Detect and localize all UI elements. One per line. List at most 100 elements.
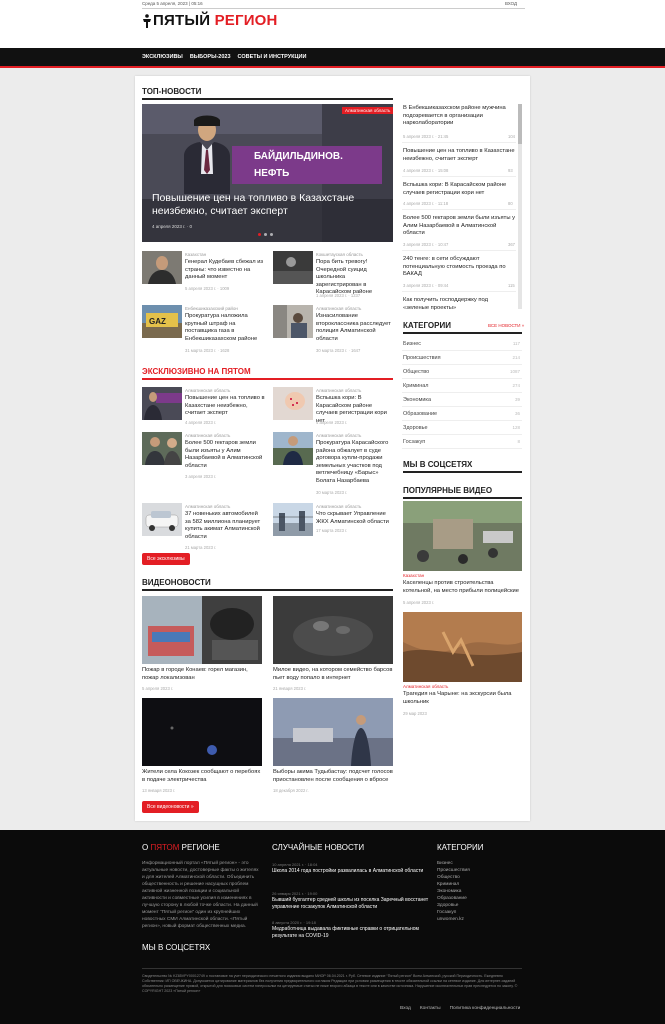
news-category[interactable]: Алматинская область — [316, 504, 361, 509]
exclusive-thumb[interactable] — [142, 432, 182, 465]
category-name[interactable]: Криминал — [403, 383, 429, 389]
random-news-title[interactable]: Медработница выдавала фиктивные справки … — [272, 926, 432, 940]
nav-item-exclusive[interactable]: ЭКСКЛЮЗИВЫ — [142, 54, 183, 60]
news-category[interactable]: Алматинская область — [185, 433, 230, 438]
footer-category-link[interactable]: Происшествия — [437, 868, 470, 873]
video-thumb[interactable] — [273, 596, 393, 664]
category-row[interactable]: Криминал 274 — [402, 379, 522, 393]
news-category[interactable]: Кокшетауская область — [316, 252, 363, 257]
footer-contacts-link[interactable]: Контакты — [420, 1006, 441, 1011]
login-link[interactable]: ВХОД — [505, 1, 517, 6]
footer-category-link[interactable]: unwomen.kz — [437, 917, 464, 922]
footer-category-link[interactable]: Экономика — [437, 889, 461, 894]
category-name[interactable]: Бизнес — [403, 341, 421, 347]
slider-dot[interactable] — [258, 233, 261, 236]
video-thumb[interactable] — [273, 698, 393, 766]
category-row[interactable]: Экономика 39 — [402, 393, 522, 407]
news-thumb[interactable] — [273, 251, 313, 284]
news-thumb[interactable] — [273, 305, 313, 338]
category-name[interactable]: Образование — [403, 411, 437, 417]
popular-video-heading: ПОПУЛЯРНЫЕ ВИДЕО — [403, 486, 493, 495]
hero-category-badge[interactable]: Алматинская область — [342, 107, 394, 114]
random-news-title[interactable]: Бывший бухгалтер средней школы из поселк… — [272, 897, 432, 911]
news-title[interactable]: Что скрывает Управление ЖКХ Алматинской … — [316, 511, 392, 526]
news-category[interactable]: Алматинская область — [316, 433, 361, 438]
news-title[interactable]: Повышение цен на топливо в Казахстане не… — [185, 395, 265, 418]
popular-video-category[interactable]: Казахстан — [403, 573, 424, 578]
category-row[interactable]: Образование 36 — [402, 407, 522, 421]
footer-category-link[interactable]: Общество — [437, 875, 460, 880]
slider-dot[interactable] — [264, 233, 267, 236]
exclusive-thumb[interactable] — [273, 503, 313, 536]
exclusive-thumb[interactable] — [142, 387, 182, 420]
all-news-link[interactable]: ВСЕ НОВОСТИ » — [488, 323, 524, 328]
all-exclusive-button[interactable]: Все эксклюзивы — [142, 553, 190, 565]
exclusive-thumb[interactable] — [273, 387, 313, 420]
footer-login-link[interactable]: Вход — [400, 1006, 411, 1011]
video-title[interactable]: Милое видео, на котором семейство барсов… — [273, 667, 395, 682]
footer-divider — [142, 968, 522, 969]
exclusive-thumb[interactable] — [273, 432, 313, 465]
popular-video-title[interactable]: Трагедия на Чарыне: на экскурсии была шк… — [403, 691, 521, 706]
random-news-title[interactable]: Школа 2014 года постройки развалилась в … — [272, 868, 432, 875]
video-title[interactable]: Жители села Кокозек сообщают о перебоях … — [142, 769, 264, 784]
news-title[interactable]: 37 новеньких автомобилей за 582 миллиона… — [185, 511, 265, 541]
news-title[interactable]: Пора бить тревогу! Очередной суицид школ… — [316, 259, 392, 297]
popular-video-category[interactable]: Алматинская область — [403, 684, 448, 689]
all-videos-button[interactable]: Все видеоновости » — [142, 801, 199, 813]
side-news-title[interactable]: Повышение цен на топливо в Казахстане не… — [403, 148, 515, 163]
footer-privacy-link[interactable]: Политика конфиденциальности — [450, 1006, 521, 1011]
news-category[interactable]: Казахстан — [185, 252, 206, 257]
exclusive-thumb[interactable] — [142, 503, 182, 536]
video-title[interactable]: Пожар в городе Конаев: горел магазин, по… — [142, 667, 264, 682]
side-news-title[interactable]: Вспышка кори: В Карасайском районе случа… — [403, 182, 515, 197]
category-row[interactable]: Здоровье 128 — [402, 421, 522, 435]
side-news-title[interactable]: 240 тенге: в сети обсуждают потенциальну… — [403, 256, 515, 279]
category-row[interactable]: Общество 1087 — [402, 365, 522, 379]
side-news-title[interactable]: Более 500 гектаров земли были изъяты у А… — [403, 215, 515, 238]
slider-dot[interactable] — [270, 233, 273, 236]
news-title[interactable]: Генерал Кудебаев сбежал из страны: что и… — [185, 259, 265, 282]
category-row[interactable]: Бизнес 117 — [402, 337, 522, 351]
side-news-meta: 4 апреля 2023 г. · 11:18 — [403, 201, 449, 206]
footer-category-link[interactable]: Образование — [437, 896, 467, 901]
hero-news-slide[interactable]: БАЙДИЛЬДИНОВ. НЕФТЬ Повышение цен на топ… — [142, 104, 393, 242]
footer-category-link[interactable]: Криминал — [437, 882, 459, 887]
news-category[interactable]: Енбекшиказахский район — [185, 306, 238, 311]
category-name[interactable]: Происшествия — [403, 355, 441, 361]
video-title[interactable]: Выборы акима Тудыбастау: подсчет голосов… — [273, 769, 395, 784]
news-thumb[interactable]: GAZ — [142, 305, 182, 338]
footer-category-link[interactable]: Здоровье — [437, 903, 458, 908]
news-title[interactable]: Прокуратура наложила крупный штраф на по… — [185, 313, 265, 343]
news-thumb[interactable] — [142, 251, 182, 284]
category-name[interactable]: Здоровье — [403, 425, 428, 431]
site-logo[interactable]: ПЯТЫЙ РЕГИОН — [141, 13, 278, 28]
nav-item-elections[interactable]: ВЫБОРЫ-2023 — [190, 54, 231, 60]
hero-title[interactable]: Повышение цен на топливо в Казахстане не… — [152, 192, 377, 218]
side-news-title[interactable]: Как получить господдержку под «зеленые п… — [403, 297, 515, 312]
news-category[interactable]: Алматинская область — [316, 306, 361, 311]
footer-category-link[interactable]: Госзакуп — [437, 910, 456, 915]
news-category[interactable]: Алматинская область — [185, 388, 230, 393]
footer-category-link[interactable]: Бизнес — [437, 861, 453, 866]
news-title[interactable]: Изнасилование второклассника расследует … — [316, 313, 392, 343]
video-thumb[interactable] — [142, 596, 262, 664]
nav-item-tips[interactable]: СОВЕТЫ И ИНСТРУКЦИИ — [238, 54, 307, 60]
video-meta: 18 декабря 2022 г. — [273, 788, 309, 793]
video-thumb[interactable] — [142, 698, 262, 766]
category-name[interactable]: Общество — [403, 369, 429, 375]
popular-video-title[interactable]: Каселенцы против строительства котельной… — [403, 580, 521, 595]
category-row[interactable]: Госзакуп 8 — [402, 435, 522, 449]
popular-video-thumb[interactable] — [403, 612, 522, 682]
category-row[interactable]: Происшествия 214 — [402, 351, 522, 365]
side-news-title[interactable]: В Енбекшиказахском районе мужчина подозр… — [403, 105, 515, 128]
scrollbar-thumb[interactable] — [518, 104, 522, 144]
news-title[interactable]: Прокуратура Карасайского района обжалует… — [316, 440, 392, 485]
category-name[interactable]: Госзакуп — [403, 439, 425, 445]
news-category[interactable]: Алматинская область — [316, 388, 361, 393]
news-title[interactable]: Более 500 гектаров земли были изъяты у А… — [185, 440, 265, 470]
category-name[interactable]: Экономика — [403, 397, 431, 403]
popular-video-thumb[interactable] — [403, 501, 522, 571]
side-news-scrollbar[interactable] — [518, 104, 522, 309]
news-category[interactable]: Алматинская область — [185, 504, 230, 509]
